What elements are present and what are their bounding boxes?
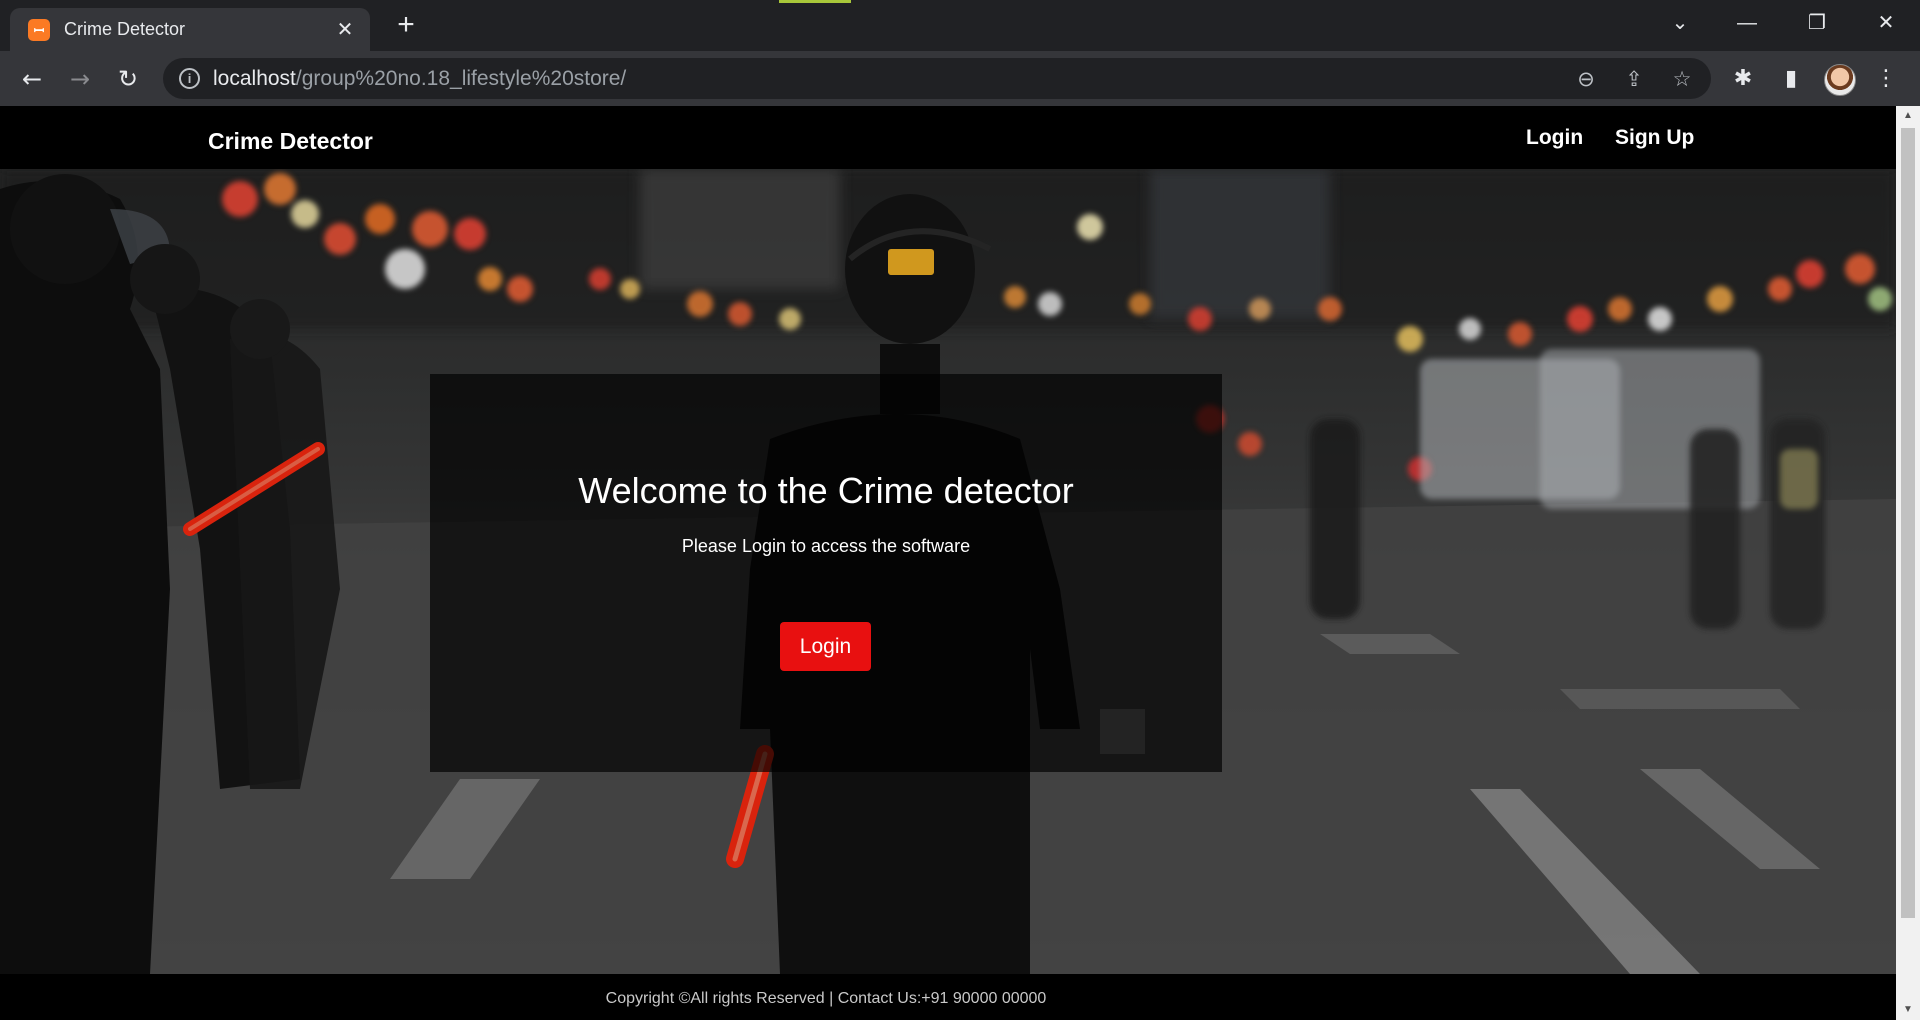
close-window-button[interactable]: ✕	[1866, 6, 1906, 40]
extensions-icon[interactable]: ✱	[1727, 63, 1759, 95]
browser-toolbar: ← → ↻ i localhost/group%20no.18_lifestyl…	[0, 51, 1920, 106]
hero-login-button[interactable]: Login	[780, 622, 871, 671]
welcome-subtitle: Please Login to access the software	[681, 536, 971, 556]
forward-button[interactable]: →	[62, 61, 98, 97]
browser-menu-icon[interactable]: ⋮	[1870, 63, 1902, 95]
site-footer: Copyright ©All rights Reserved | Contact…	[0, 974, 1896, 1020]
site-brand[interactable]: Crime Detector	[208, 128, 373, 155]
url-host: localhost	[213, 67, 296, 90]
xampp-icon: ꟷ	[28, 18, 50, 41]
site-navbar: Crime Detector Login Sign Up	[0, 106, 1896, 169]
tab-strip: ꟷ Crime Detector ✕ + ⌄ — ❐ ✕	[0, 0, 1920, 51]
new-tab-button[interactable]: +	[390, 10, 422, 42]
tab-title: Crime Detector	[64, 19, 186, 39]
address-bar[interactable]: i localhost/group%20no.18_lifestyle%20st…	[163, 58, 1711, 99]
hero-section: Welcome to the Crime detector Please Log…	[0, 169, 1896, 974]
side-panel-icon[interactable]: ▮	[1775, 63, 1807, 95]
tab-strip-indicator	[779, 0, 851, 3]
scroll-up-arrow-icon[interactable]: ▲	[1896, 106, 1920, 126]
zoom-icon[interactable]: ⊖	[1571, 64, 1601, 94]
close-tab-icon[interactable]: ✕	[332, 17, 358, 42]
restore-button[interactable]: ❐	[1797, 6, 1837, 40]
profile-avatar[interactable]	[1824, 64, 1856, 96]
tab-search-button[interactable]: ⌄	[1660, 6, 1700, 40]
browser-tab[interactable]: ꟷ Crime Detector ✕	[10, 8, 370, 51]
url-text[interactable]: localhost/group%20no.18_lifestyle%20stor…	[213, 67, 626, 91]
back-button[interactable]: ←	[14, 61, 50, 97]
welcome-title: Welcome to the Crime detector	[578, 470, 1074, 511]
scrollbar-thumb[interactable]	[1901, 128, 1915, 918]
share-icon[interactable]: ⇪	[1619, 64, 1649, 94]
footer-copyright: Copyright ©All rights Reserved | Contact…	[605, 990, 1047, 1007]
welcome-panel: Welcome to the Crime detector Please Log…	[430, 374, 1222, 772]
url-path: /group%20no.18_lifestyle%20store/	[295, 67, 627, 90]
page-scrollbar[interactable]: ▲ ▼	[1896, 106, 1920, 1020]
scroll-down-arrow-icon[interactable]: ▼	[1896, 1000, 1920, 1020]
page-viewport: Crime Detector Login Sign Up Welcome to …	[0, 106, 1920, 1020]
bookmark-star-icon[interactable]: ☆	[1667, 64, 1697, 94]
site-info-icon[interactable]: i	[179, 68, 200, 89]
nav-signup-link[interactable]: Sign Up	[1615, 126, 1694, 150]
minimize-button[interactable]: —	[1727, 6, 1767, 40]
reload-button[interactable]: ↻	[110, 61, 146, 97]
nav-login-link[interactable]: Login	[1526, 126, 1583, 150]
